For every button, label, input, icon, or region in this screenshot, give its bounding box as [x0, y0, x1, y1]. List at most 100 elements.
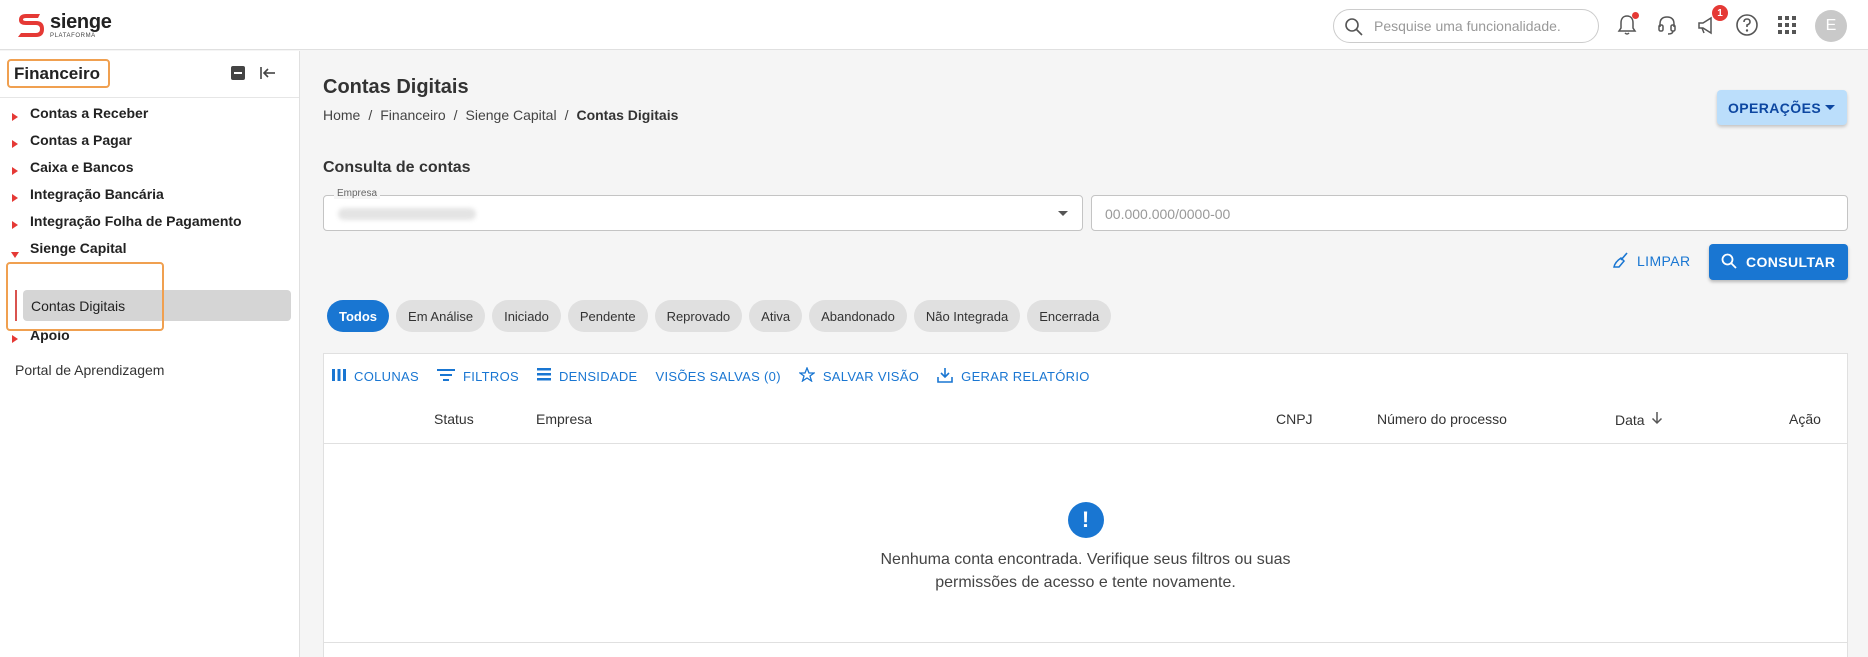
column-header-status[interactable]: Status [434, 411, 474, 427]
breadcrumb-separator: / [564, 107, 569, 123]
caret-right-icon [12, 108, 18, 126]
breadcrumb: Home / Financeiro / Sienge Capital / Con… [323, 107, 678, 123]
column-header-cnpj[interactable]: CNPJ [1276, 411, 1313, 427]
logo-sub: PLATAFORMA [50, 32, 96, 39]
feature-search[interactable] [1333, 9, 1599, 43]
grid-footer-divider [324, 642, 1847, 643]
page-title: Contas Digitais [323, 76, 469, 98]
empty-state: ! Nenhuma conta encontrada. Verifique se… [324, 502, 1847, 594]
arrow-down-icon [1651, 411, 1663, 428]
user-avatar[interactable]: E [1815, 10, 1847, 42]
megaphone-icon[interactable]: 1 [1694, 5, 1728, 38]
column-header-empresa[interactable]: Empresa [536, 411, 592, 427]
report-button[interactable]: GERAR RELATÓRIO [937, 364, 1090, 388]
density-button[interactable]: DENSIDADE [536, 364, 638, 388]
empresa-value-redacted [338, 208, 476, 220]
sidebar-item-integracao-folha[interactable]: Integração Folha de Pagamento [0, 210, 299, 232]
breadcrumb-separator: / [368, 107, 373, 123]
chip-todos[interactable]: Todos [327, 300, 390, 332]
columns-icon [332, 368, 346, 384]
section-title: Consulta de contas [323, 159, 471, 176]
breadcrumb-separator: / [453, 107, 458, 123]
save-view-label: SALVAR VISÃO [822, 368, 920, 384]
accounts-grid: COLUNAS FILTROS DENSIDADE VISÕES SALVAS … [323, 353, 1848, 657]
column-header-data-label: Data [1615, 411, 1645, 428]
portal-link[interactable]: Portal de Aprendizagem [15, 362, 164, 378]
highlight-box-menu [6, 262, 164, 331]
caret-down-icon [11, 245, 19, 263]
report-label: GERAR RELATÓRIO [961, 368, 1090, 384]
collapse-sidebar-icon[interactable] [259, 65, 277, 86]
column-header-acao: Ação [1789, 411, 1821, 427]
empresa-select[interactable]: Empresa [323, 188, 1083, 231]
sidebar-item-sienge-capital[interactable]: Sienge Capital [0, 237, 299, 259]
caret-right-icon [12, 189, 18, 207]
breadcrumb-home[interactable]: Home [323, 107, 360, 123]
chip-reprovado[interactable]: Reprovado [654, 300, 743, 332]
filters-label: FILTROS [462, 368, 519, 384]
empty-message: Nenhuma conta encontrada. Verifique seus… [880, 551, 1291, 591]
density-label: DENSIDADE [558, 368, 638, 384]
caret-right-icon [12, 135, 18, 153]
saved-views-button[interactable]: VISÕES SALVAS (0) [656, 364, 781, 388]
top-bar: sienge PLATAFORMA 1 E [0, 0, 1868, 50]
search-button[interactable]: CONSULTAR [1709, 244, 1848, 280]
grid-toolbar: COLUNAS FILTROS DENSIDADE VISÕES SALVAS … [332, 364, 1090, 388]
notification-dot [1632, 12, 1639, 19]
operations-button[interactable]: OPERAÇÕES [1717, 90, 1847, 125]
broom-icon [1613, 251, 1629, 271]
sidebar-item-label: Contas a Receber [30, 105, 149, 121]
sidebar-item-contas-a-receber[interactable]: Contas a Receber [0, 102, 299, 124]
column-header-data[interactable]: Data [1615, 411, 1663, 428]
filter-icon [436, 368, 455, 384]
chip-iniciado[interactable]: Iniciado [492, 300, 561, 332]
sienge-logo[interactable]: sienge PLATAFORMA [16, 10, 112, 40]
cnpj-field[interactable] [1091, 195, 1848, 231]
column-header-processo[interactable]: Número do processo [1377, 411, 1507, 427]
megaphone-badge: 1 [1712, 5, 1728, 21]
headset-icon[interactable] [1654, 12, 1680, 38]
chip-nao-integrada[interactable]: Não Integrada [913, 300, 1021, 332]
sienge-logo-mark [16, 10, 46, 40]
caret-right-icon [12, 162, 18, 180]
chip-abandonado[interactable]: Abandonado [809, 300, 907, 332]
filters-button[interactable]: FILTROS [436, 364, 519, 388]
chip-pendente[interactable]: Pendente [567, 300, 648, 332]
status-filter-chips: Todos Em Análise Iniciado Pendente Repro… [327, 300, 1112, 332]
collapse-all-icon[interactable] [230, 65, 246, 86]
dropdown-arrow-icon [1058, 211, 1068, 216]
bell-icon[interactable] [1614, 12, 1640, 38]
saved-views-label: VISÕES SALVAS (0) [655, 368, 781, 384]
chip-ativa[interactable]: Ativa [749, 300, 803, 332]
caret-right-icon [12, 330, 18, 348]
chip-encerrada[interactable]: Encerrada [1027, 300, 1112, 332]
apps-grid-icon[interactable] [1774, 12, 1800, 38]
columns-label: COLUNAS [354, 368, 419, 384]
sidebar-item-integracao-bancaria[interactable]: Integração Bancária [0, 183, 299, 205]
sidebar-item-label: Integração Folha de Pagamento [30, 213, 242, 229]
sidebar-item-label: Sienge Capital [30, 240, 127, 256]
chip-em-analise[interactable]: Em Análise [396, 300, 486, 332]
chevron-down-icon [1825, 105, 1835, 110]
sidebar-item-label: Contas a Pagar [30, 132, 132, 148]
caret-right-icon [12, 216, 18, 234]
grid-header: Status Empresa CNPJ Número do processo D… [324, 394, 1847, 444]
cnpj-input[interactable] [1105, 204, 1825, 224]
download-icon [937, 367, 953, 386]
sidebar-item-caixa-e-bancos[interactable]: Caixa e Bancos [0, 156, 299, 178]
sidebar: Financeiro Contas a Receber Contas a Pag… [0, 51, 300, 657]
sidebar-item-contas-a-pagar[interactable]: Contas a Pagar [0, 129, 299, 151]
clear-button[interactable]: LIMPAR [1613, 250, 1691, 272]
breadcrumb-sienge-capital[interactable]: Sienge Capital [466, 107, 557, 123]
search-icon [1344, 17, 1364, 42]
sidebar-item-label: Integração Bancária [30, 186, 164, 202]
save-view-button[interactable]: SALVAR VISÃO [797, 364, 920, 388]
columns-button[interactable]: COLUNAS [332, 364, 419, 388]
search-input[interactable] [1374, 16, 1589, 36]
alert-icon: ! [1067, 502, 1104, 538]
density-icon [536, 368, 551, 384]
help-icon[interactable] [1734, 12, 1760, 38]
breadcrumb-financeiro[interactable]: Financeiro [380, 107, 445, 123]
clear-label: LIMPAR [1637, 253, 1691, 269]
operations-label: OPERAÇÕES [1728, 99, 1822, 116]
